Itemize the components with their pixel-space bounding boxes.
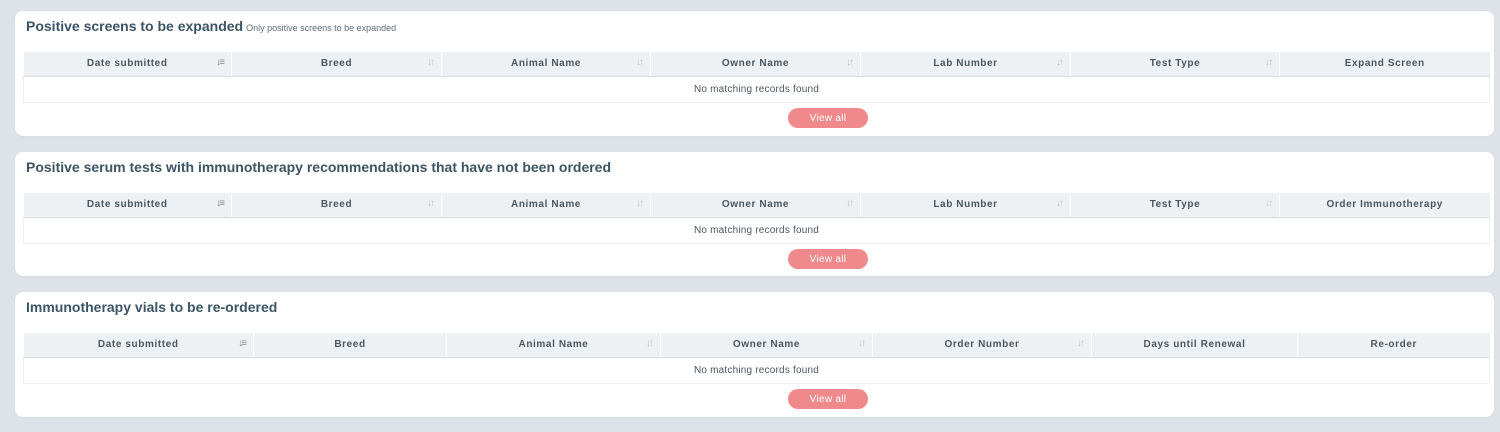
table-header-row: Date submitted ↓≡ Breed ↓↑ Animal Name ↓↑ O… bbox=[23, 193, 1490, 218]
column-header-re-order: Re-order bbox=[1297, 333, 1490, 358]
panel-title-text: Positive screens to be expanded bbox=[26, 18, 244, 34]
sort-both-icon[interactable]: ↓↑ bbox=[427, 57, 435, 68]
view-all-button[interactable]: View all bbox=[788, 389, 868, 409]
column-header-expand-screen: Expand Screen bbox=[1279, 52, 1490, 77]
serum-tests-panel: Positive serum tests with immunotherapy … bbox=[15, 152, 1494, 276]
vials-reorder-table: Date submitted ↓≡ Breed Animal Name ↓↑ Own… bbox=[23, 333, 1490, 384]
column-header-breed[interactable]: Breed ↓↑ bbox=[231, 193, 442, 218]
sort-both-icon[interactable]: ↓↑ bbox=[858, 338, 866, 349]
sort-desc-icon[interactable]: ↓≡ bbox=[216, 57, 225, 68]
column-header-animal-name[interactable]: Animal Name ↓↑ bbox=[441, 193, 651, 218]
column-header-lab-number[interactable]: Lab Number ↓↑ bbox=[860, 193, 1071, 218]
panel-title-text: Positive serum tests with immunotherapy … bbox=[26, 159, 612, 175]
sort-both-icon[interactable]: ↓↑ bbox=[846, 57, 854, 68]
sort-both-icon[interactable]: ↓↑ bbox=[846, 198, 854, 209]
table-header-row: Date submitted ↓≡ Breed Animal Name ↓↑ Own… bbox=[23, 333, 1490, 358]
column-header-breed[interactable]: Breed ↓↑ bbox=[231, 52, 442, 77]
panel-title: Positive screens to be expanded Only posi… bbox=[26, 18, 396, 34]
column-header-date-submitted[interactable]: Date submitted ↓≡ bbox=[23, 193, 232, 218]
column-header-animal-name[interactable]: Animal Name ↓↑ bbox=[441, 52, 651, 77]
sort-desc-icon[interactable]: ↓≡ bbox=[238, 338, 247, 349]
column-header-owner-name[interactable]: Owner Name ↓↑ bbox=[660, 333, 873, 358]
column-header-animal-name[interactable]: Animal Name ↓↑ bbox=[446, 333, 661, 358]
sort-both-icon[interactable]: ↓↑ bbox=[646, 338, 654, 349]
sort-both-icon[interactable]: ↓↑ bbox=[1056, 198, 1064, 209]
serum-tests-table: Date submitted ↓≡ Breed ↓↑ Animal Name ↓↑ O… bbox=[23, 193, 1490, 244]
view-all-button[interactable]: View all bbox=[788, 249, 868, 269]
table-row: No matching records found bbox=[23, 217, 1490, 244]
positive-screens-panel: Positive screens to be expanded Only posi… bbox=[15, 11, 1494, 136]
sort-desc-icon[interactable]: ↓≡ bbox=[216, 198, 225, 209]
sort-both-icon[interactable]: ↓↑ bbox=[636, 57, 644, 68]
panel-subtitle: Only positive screens to be expanded bbox=[246, 23, 397, 33]
sort-both-icon[interactable]: ↓↑ bbox=[636, 198, 644, 209]
sort-both-icon[interactable]: ↓↑ bbox=[1077, 338, 1085, 349]
column-header-order-immunotherapy: Order Immunotherapy bbox=[1279, 193, 1490, 218]
table-row: No matching records found bbox=[23, 76, 1490, 103]
column-header-date-submitted[interactable]: Date submitted ↓≡ bbox=[23, 52, 232, 77]
empty-message: No matching records found bbox=[23, 217, 1490, 244]
column-header-order-number[interactable]: Order Number ↓↑ bbox=[872, 333, 1092, 358]
table-row: No matching records found bbox=[23, 357, 1490, 384]
positive-screens-table: Date submitted ↓≡ Breed ↓↑ Animal Name ↓↑ O… bbox=[23, 52, 1490, 103]
sort-both-icon[interactable]: ↓↑ bbox=[427, 198, 435, 209]
view-all-button[interactable]: View all bbox=[788, 108, 868, 128]
vials-reorder-panel: Immunotherapy vials to be re-ordered Dat… bbox=[15, 292, 1494, 417]
panel-title-text: Immunotherapy vials to be re-ordered bbox=[26, 299, 278, 315]
panel-title: Immunotherapy vials to be re-ordered bbox=[26, 299, 277, 315]
column-header-days-until-renewal: Days until Renewal bbox=[1091, 333, 1298, 358]
table-header-row: Date submitted ↓≡ Breed ↓↑ Animal Name ↓↑ O… bbox=[23, 52, 1490, 77]
empty-message: No matching records found bbox=[23, 357, 1490, 384]
column-header-owner-name[interactable]: Owner Name ↓↑ bbox=[650, 193, 861, 218]
column-header-date-submitted[interactable]: Date submitted ↓≡ bbox=[23, 333, 254, 358]
column-header-breed: Breed bbox=[253, 333, 447, 358]
sort-both-icon[interactable]: ↓↑ bbox=[1056, 57, 1064, 68]
sort-both-icon[interactable]: ↓↑ bbox=[1265, 198, 1273, 209]
column-header-test-type[interactable]: Test Type ↓↑ bbox=[1070, 52, 1280, 77]
column-header-owner-name[interactable]: Owner Name ↓↑ bbox=[650, 52, 861, 77]
empty-message: No matching records found bbox=[23, 76, 1490, 103]
panel-title: Positive serum tests with immunotherapy … bbox=[26, 159, 611, 175]
sort-both-icon[interactable]: ↓↑ bbox=[1265, 57, 1273, 68]
column-header-test-type[interactable]: Test Type ↓↑ bbox=[1070, 193, 1280, 218]
column-header-lab-number[interactable]: Lab Number ↓↑ bbox=[860, 52, 1071, 77]
